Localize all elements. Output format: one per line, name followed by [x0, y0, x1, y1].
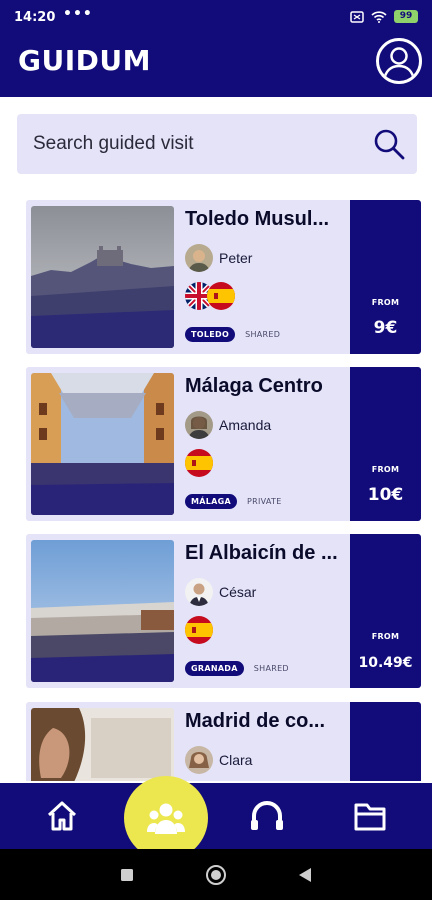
- guide-name: Clara: [219, 752, 253, 768]
- guide-info: César: [185, 578, 256, 606]
- guide-name: Peter: [219, 250, 253, 266]
- tour-tags: TOLEDO SHARED: [185, 327, 280, 342]
- language-flags: [185, 449, 213, 477]
- circle-icon: [206, 865, 226, 885]
- guide-avatar: [185, 746, 213, 774]
- price-panel: [350, 702, 421, 781]
- tour-list: Toledo Musul... Peter TOLEDO SHARED FROM…: [0, 197, 432, 781]
- price-from-label: FROM: [371, 298, 400, 307]
- wifi-icon: [371, 10, 387, 23]
- status-time: 14:20: [14, 10, 56, 25]
- guide-name: César: [219, 584, 257, 600]
- city-badge: MÁLAGA: [185, 494, 237, 509]
- group-icon: [147, 803, 185, 834]
- tour-photo: [31, 373, 174, 515]
- home-icon: [47, 801, 77, 831]
- price-panel: FROM 9€: [350, 200, 421, 354]
- square-icon: [121, 869, 133, 881]
- recents-button[interactable]: [115, 863, 139, 887]
- spain-flag-icon: [207, 282, 235, 310]
- guide-avatar: [185, 578, 213, 606]
- home-system-button[interactable]: [204, 863, 228, 887]
- spain-flag-icon: [185, 616, 213, 644]
- price-amount: 10€: [367, 485, 404, 505]
- guide-info: Clara: [185, 746, 252, 774]
- price-amount: 9€: [373, 318, 398, 338]
- tour-tags: MÁLAGA PRIVATE: [185, 494, 282, 509]
- tour-card[interactable]: Toledo Musul... Peter TOLEDO SHARED FROM…: [26, 200, 421, 354]
- guide-info: Peter: [185, 244, 252, 272]
- search-bar: [17, 114, 417, 174]
- back-triangle-icon: [299, 868, 311, 882]
- tour-mode: PRIVATE: [247, 497, 282, 506]
- profile-button[interactable]: [376, 38, 422, 84]
- price-amount: 10.49€: [358, 655, 413, 671]
- tour-card[interactable]: Madrid de co... Clara: [26, 702, 421, 781]
- city-badge: GRANADA: [185, 661, 244, 676]
- app-logo: GUIDUM: [18, 44, 151, 77]
- tour-card[interactable]: El Albaicín de ... César GRANADA SHARED …: [26, 534, 421, 688]
- back-button[interactable]: [293, 863, 317, 887]
- nav-guided-visits[interactable]: [124, 776, 208, 860]
- price-panel: FROM 10.49€: [350, 534, 421, 688]
- tour-photo: [31, 206, 174, 348]
- city-badge: TOLEDO: [185, 327, 236, 342]
- nav-home[interactable]: [32, 783, 92, 849]
- tour-photo: [31, 708, 174, 781]
- tour-mode: SHARED: [253, 664, 289, 673]
- tour-title: Málaga Centro: [185, 375, 323, 397]
- nav-audioguides[interactable]: [237, 783, 297, 849]
- tour-tags: GRANADA SHARED: [185, 661, 289, 676]
- search-input[interactable]: [17, 114, 357, 174]
- guide-name: Amanda: [219, 417, 272, 433]
- guide-avatar: [185, 411, 213, 439]
- tour-photo: [31, 540, 174, 682]
- language-flags: [185, 616, 213, 644]
- tour-title: Toledo Musul...: [185, 208, 330, 230]
- price-panel: FROM 10€: [350, 367, 421, 521]
- app-header: 14:20 ••• 99 GUIDUM: [0, 0, 432, 97]
- system-navigation-bar: [0, 849, 432, 900]
- price-from-label: FROM: [371, 632, 400, 641]
- status-icons: 99: [350, 10, 418, 23]
- tour-mode: SHARED: [245, 330, 281, 339]
- guide-avatar: [185, 244, 213, 272]
- language-flags: [185, 282, 235, 310]
- nav-bookings[interactable]: [340, 783, 400, 849]
- guide-info: Amanda: [185, 411, 271, 439]
- status-dots: •••: [63, 6, 93, 22]
- app: 14:20 ••• 99 GUIDUM Search guided visit …: [0, 0, 432, 900]
- price-from-label: FROM: [371, 465, 400, 474]
- sim-icon: [350, 10, 364, 23]
- status-bar: 14:20 ••• 99: [0, 0, 432, 36]
- tour-card[interactable]: Málaga Centro Amanda MÁLAGA PRIVATE FROM…: [26, 367, 421, 521]
- bottom-navigation: [0, 783, 432, 849]
- spain-flag-icon: [185, 449, 213, 477]
- headphones-icon: [251, 801, 283, 830]
- tour-title: Madrid de co...: [185, 710, 326, 732]
- folder-icon: [354, 803, 386, 831]
- battery-icon: 99: [394, 10, 418, 23]
- user-avatar-icon: [382, 47, 416, 81]
- tour-title: El Albaicín de ...: [185, 542, 338, 564]
- search-icon[interactable]: [371, 126, 407, 162]
